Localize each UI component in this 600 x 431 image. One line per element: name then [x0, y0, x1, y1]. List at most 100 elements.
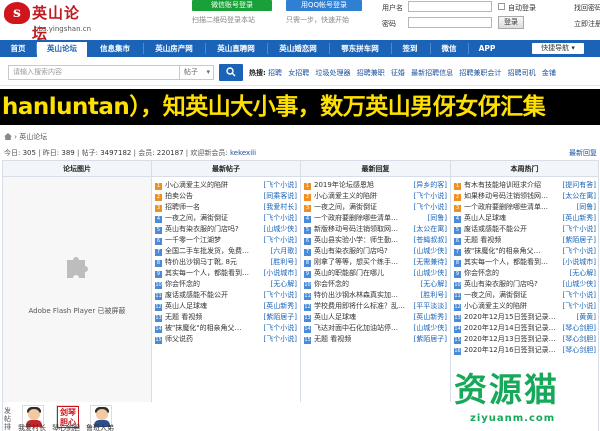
list-item[interactable]: 15 无题 看视频 [紫陌居子]: [304, 334, 447, 345]
list-item-title[interactable]: 新版移动号码注销领取网…: [314, 225, 398, 233]
list-item-title[interactable]: 英山县实验小学：师生勤…: [314, 236, 398, 244]
list-item-author[interactable]: [紫陌居子]: [563, 235, 596, 246]
list-item-title[interactable]: 被"抹魔化"的相亲角父…: [165, 324, 241, 332]
list-item-title[interactable]: 你会怀念的: [464, 269, 499, 277]
list-item-author[interactable]: [琴心剑胆]: [563, 345, 596, 356]
list-item[interactable]: 4 一个政府要删除哪些清单… [同鲁]: [304, 213, 447, 224]
list-item-title[interactable]: 师父说药: [165, 335, 193, 343]
list-item-title[interactable]: 刚拿了等等，想买个练手…: [314, 258, 398, 266]
hot-search-link[interactable]: 最新招聘信息: [411, 69, 453, 77]
list-item-title[interactable]: 无题 看视频: [165, 313, 202, 321]
list-item-title[interactable]: 无题 看视频: [314, 335, 351, 343]
nav-home[interactable]: 首页: [2, 40, 34, 57]
list-item[interactable]: 14 2020年12月14日签到记录… [琴心剑胆]: [454, 323, 596, 334]
list-item[interactable]: 1 2019年论坛感恩旭 [异乡的客]: [304, 180, 447, 191]
password-input[interactable]: [408, 17, 492, 28]
list-item[interactable]: 2 如果移动号码注销领钱网… [太公在寓]: [454, 191, 596, 202]
nav-dating[interactable]: 英山婚恋网: [270, 40, 326, 57]
list-item-title[interactable]: 废话或感能不能公开: [165, 291, 228, 299]
list-item-author[interactable]: [飞个小说]: [264, 213, 297, 224]
hot-search-link[interactable]: 招聘兼职会计: [459, 69, 501, 77]
member-name[interactable]: 鲁班大弟: [86, 423, 114, 431]
list-item[interactable]: 7 全国二手车批发货，免费… [六月歌]: [155, 246, 297, 257]
list-item-title[interactable]: 如果移动号码注销领钱网…: [464, 192, 548, 200]
list-item[interactable]: 16 2020年12月16日签到记录… [琴心剑胆]: [454, 345, 596, 356]
list-item-author[interactable]: [紫陌居子]: [414, 334, 447, 345]
list-item-author[interactable]: [异乡的客]: [414, 180, 447, 191]
list-item[interactable]: 5 新版移动号码注销领取网… [太公在寓]: [304, 224, 447, 235]
list-item[interactable]: 11 一夜之间，满街倒证 [飞个小说]: [454, 290, 596, 301]
list-item[interactable]: 5 废话或感能不能公开 [飞个小说]: [454, 224, 596, 235]
list-item[interactable]: 12 小心滴爱主义的陷阱 [飞个小说]: [454, 301, 596, 312]
list-item[interactable]: 1 有木有技能培训班求介绍 [提问有答]: [454, 180, 596, 191]
list-item[interactable]: 2 拍卖公告 [同乘客说]: [155, 191, 297, 202]
list-item-author[interactable]: [英山新秀]: [414, 312, 447, 323]
list-item[interactable]: 10 英山有染衣服的门店吗? [山城少侠]: [454, 279, 596, 290]
list-item-author[interactable]: [紫陌居子]: [264, 312, 297, 323]
list-item-author[interactable]: [飞个小说]: [414, 191, 447, 202]
list-item[interactable]: 14 被"抹魔化"的相亲角父… [飞个小说]: [155, 323, 297, 334]
list-item[interactable]: 12 英山人足球魂 [英山新秀]: [155, 301, 297, 312]
flash-slideshow[interactable]: Adobe Flash Player 已被屏蔽: [3, 177, 151, 402]
list-item-title[interactable]: 废话或感能不能公开: [464, 225, 527, 233]
list-item[interactable]: 3 一夜之间，满街倒证 [飞个小说]: [304, 202, 447, 213]
nav-jobs[interactable]: 英山直聘网: [208, 40, 264, 57]
list-item-author[interactable]: [飞个小说]: [264, 180, 297, 191]
list-item[interactable]: 3 招聘师一名 [我爱村长]: [155, 202, 297, 213]
list-item-author[interactable]: [无心解]: [570, 268, 596, 279]
username-input[interactable]: [408, 1, 492, 12]
list-item-author[interactable]: [无心解]: [421, 279, 447, 290]
list-item-title[interactable]: 一个政府要删除哪些清单…: [464, 203, 548, 211]
nav-market[interactable]: 信息集市: [90, 40, 140, 57]
list-item[interactable]: 13 无题 看视频 [紫陌居子]: [155, 312, 297, 323]
list-item-author[interactable]: [同乘客说]: [264, 191, 297, 202]
list-item[interactable]: 8 特价出沙钢马丁靴, 8元 [胜利号]: [155, 257, 297, 268]
register-link[interactable]: 立即注册: [574, 19, 600, 29]
list-item-title[interactable]: 学校费用即将什么标准？乱…: [314, 302, 405, 310]
list-item-author[interactable]: [胜利号]: [271, 257, 297, 268]
member-name[interactable]: 我爱村长: [18, 423, 46, 431]
list-item-title[interactable]: 英山的职能部门在哪儿: [314, 269, 384, 277]
list-item[interactable]: 9 英山的职能部门在哪儿 [山城少侠]: [304, 268, 447, 279]
list-item[interactable]: 11 特价出沙钢水林森真实加… [胜利号]: [304, 290, 447, 301]
list-item[interactable]: 7 英山有染衣服的门店吗? [山城少侠]: [304, 246, 447, 257]
list-item-author[interactable]: [提问有答]: [563, 180, 596, 191]
list-item[interactable]: 15 师父说药 [飞个小说]: [155, 334, 297, 345]
list-item-author[interactable]: [飞个小说]: [563, 301, 596, 312]
list-item[interactable]: 11 废话或感能不能公开 [飞个小说]: [155, 290, 297, 301]
list-item-author[interactable]: [我爱村长]: [264, 202, 297, 213]
list-item-title[interactable]: 被"抹魔化"的相亲角父…: [464, 247, 540, 255]
hot-search-link[interactable]: 女招聘: [288, 69, 309, 77]
qq-login-button[interactable]: 用QQ帐号登录: [286, 0, 362, 11]
qr-login-tip[interactable]: 扫描二维码登录本站: [192, 15, 255, 25]
breadcrumb-current[interactable]: 英山论坛: [19, 133, 47, 141]
list-item-author[interactable]: [太公在寓]: [414, 224, 447, 235]
list-item-author[interactable]: [飞个小说]: [264, 290, 297, 301]
list-item-author[interactable]: [六月歌]: [271, 246, 297, 257]
list-item[interactable]: 2 小心滴爱主义的陷阱 [飞个小说]: [304, 191, 447, 202]
list-item-author[interactable]: [无需兼待]: [414, 257, 447, 268]
nav-app[interactable]: APP: [471, 40, 503, 57]
list-item[interactable]: 12 学校费用即将什么标准？乱… [平平淡淡]: [304, 301, 447, 312]
list-item[interactable]: 4 英山人足球魂 [英山新秀]: [454, 213, 596, 224]
new-member-link[interactable]: kekexili: [230, 149, 256, 157]
auto-login-checkbox[interactable]: [498, 3, 505, 10]
list-item[interactable]: 10 你会怀念的 [无心解]: [155, 279, 297, 290]
list-item-title[interactable]: 2020年12月15日签到记录…: [464, 313, 556, 321]
list-item-author[interactable]: [飞个小说]: [264, 323, 297, 334]
list-item-author[interactable]: [飞个小说]: [414, 202, 447, 213]
list-item[interactable]: 6 一千零一个江湖梦 [飞个小说]: [155, 235, 297, 246]
list-item[interactable]: 13 英山人足球魂 [英山新秀]: [304, 312, 447, 323]
list-item-title[interactable]: 其实每一个人，都能看到…: [464, 258, 548, 266]
search-category-select[interactable]: 帖子 ▾: [180, 65, 214, 80]
list-item-author[interactable]: [同鲁]: [577, 202, 596, 213]
list-item-author[interactable]: [飞个小说]: [563, 224, 596, 235]
list-item-title[interactable]: 招聘师一名: [165, 203, 200, 211]
list-item[interactable]: 3 一个政府要删除哪些清单… [同鲁]: [454, 202, 596, 213]
list-item-author[interactable]: [飞个小说]: [563, 246, 596, 257]
list-item-title[interactable]: 英山人足球魂: [165, 302, 207, 310]
search-button[interactable]: [219, 64, 243, 81]
nav-carpool[interactable]: 鄂东拼车网: [332, 40, 388, 57]
list-item-title[interactable]: 你会怀念的: [314, 280, 349, 288]
list-item-title[interactable]: 一夜之间，满街倒证: [165, 214, 228, 222]
